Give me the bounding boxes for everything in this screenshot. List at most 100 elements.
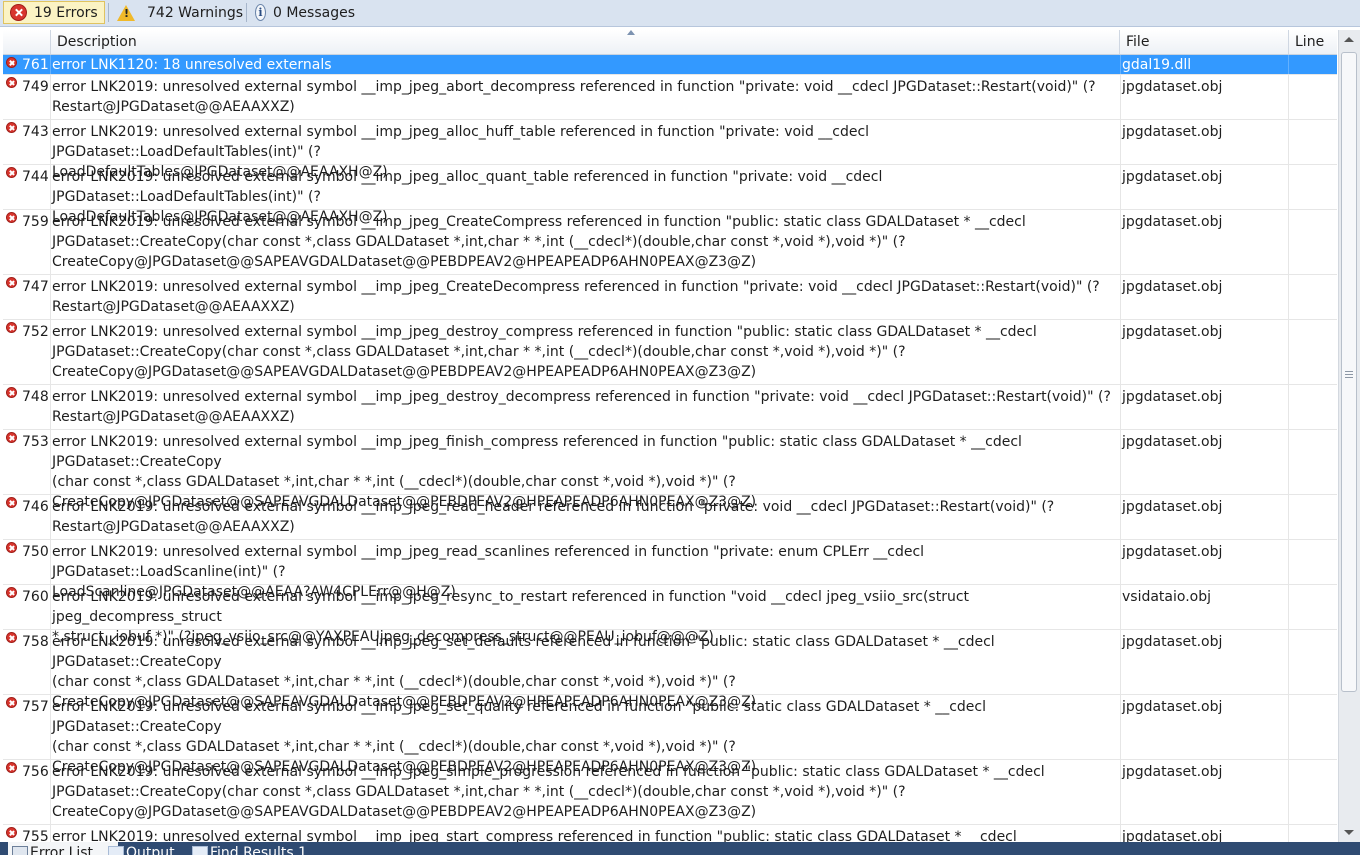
column-header-file[interactable]: File [1120,30,1289,54]
error-icon [6,697,17,708]
table-row[interactable]: 750 error LNK2019: unresolved external sy… [3,540,1337,600]
error-icon [6,122,17,133]
row-gutter: 753 [3,430,51,494]
error-number: 755 [22,829,49,842]
error-file-cell: jpgdataset.obj [1120,825,1289,842]
tab-error-list[interactable]: Error List [8,842,118,855]
error-file: jpgdataset.obj [1122,124,1223,140]
column-header-line[interactable]: Line [1289,30,1337,54]
tab-find-results-1[interactable]: Find Results 1 [188,842,334,855]
table-row[interactable]: 746 error LNK2019: unresolved external sy… [3,495,1337,540]
bottom-tab-bar: Error List Output Find Results 1 [0,842,1360,855]
error-icon [6,542,17,553]
column-header-line-label: Line [1295,34,1325,50]
row-gutter: 756 [3,760,51,824]
scrollbar-thumb[interactable] [1341,52,1357,692]
error-number: 758 [22,634,49,650]
toolbar-separator [108,3,109,22]
error-file-cell: jpgdataset.obj [1120,165,1289,209]
error-file-cell: vsidataio.obj [1120,585,1289,629]
row-gutter: 761 [3,55,51,74]
error-file: jpgdataset.obj [1122,434,1223,450]
error-description: error LNK2019: unresolved external symbo… [52,829,1017,842]
table-row[interactable]: 743 error LNK2019: unresolved external sy… [3,120,1337,180]
table-row[interactable]: 752 error LNK2019: unresolved external sy… [3,320,1337,385]
error-number: 756 [22,764,49,780]
error-icon [6,57,17,68]
column-header-icon[interactable] [3,30,51,54]
table-row[interactable]: 748 error LNK2019: unresolved external sy… [3,385,1337,430]
row-gutter: 760 [3,585,51,629]
error-file-cell: jpgdataset.obj [1120,75,1289,119]
errors-filter-label: 19 Errors [34,4,98,21]
row-gutter: 748 [3,385,51,429]
error-number: 744 [22,169,49,185]
row-gutter: 757 [3,695,51,759]
grip-line [1345,377,1353,378]
table-row[interactable]: 757 error LNK2019: unresolved external sy… [3,695,1337,775]
error-icon [6,432,17,443]
error-number: 746 [22,499,49,515]
row-gutter: 747 [3,275,51,319]
tab-output-label: Output [126,845,175,855]
error-file: jpgdataset.obj [1122,324,1223,340]
error-file: jpgdataset.obj [1122,764,1223,780]
table-row[interactable]: 755 error LNK2019: unresolved external sy… [3,825,1337,842]
error-icon [6,387,17,398]
tab-find-results-label: Find Results 1 [210,845,308,855]
errors-filter-button[interactable]: 19 Errors [3,1,105,24]
table-row[interactable]: 753 error LNK2019: unresolved external sy… [3,430,1337,510]
scroll-up-arrow-icon[interactable] [1344,37,1354,42]
find-results-icon [192,846,208,855]
table-row[interactable]: 760 error LNK2019: unresolved external sy… [3,585,1337,645]
row-gutter: 743 [3,120,51,164]
error-file-cell: jpgdataset.obj [1120,495,1289,539]
scroll-down-arrow-icon[interactable] [1344,830,1354,835]
error-file-cell: jpgdataset.obj [1120,385,1289,429]
grid-header: Description File Line [3,30,1337,55]
error-description: error LNK2019: unresolved external symbo… [52,324,1037,380]
error-number: 750 [22,544,49,560]
table-row[interactable]: 759 error LNK2019: unresolved external sy… [3,210,1337,275]
row-gutter: 744 [3,165,51,209]
table-row[interactable]: 758 error LNK2019: unresolved external sy… [3,630,1337,710]
table-row[interactable]: 749 error LNK2019: unresolved external sy… [3,75,1337,120]
error-file-cell: gdal19.dll [1120,55,1289,74]
sort-ascending-icon [627,30,635,35]
error-file: jpgdataset.obj [1122,699,1223,715]
error-number: 761 [22,57,49,73]
error-file: jpgdataset.obj [1122,389,1223,405]
warnings-filter-button[interactable]: ! 742 Warnings [111,1,243,24]
table-row[interactable]: 756 error LNK2019: unresolved external sy… [3,760,1337,825]
error-icon [6,497,17,508]
column-header-file-label: File [1126,34,1150,50]
error-number: 760 [22,589,49,605]
error-number: 759 [22,214,49,230]
error-file: vsidataio.obj [1122,589,1212,605]
error-file-cell: jpgdataset.obj [1120,120,1289,164]
error-list-grid: Description File Line 761 error LNK1120: … [3,30,1337,842]
error-file: jpgdataset.obj [1122,829,1223,842]
row-gutter: 755 [3,825,51,842]
grip-line [1345,371,1353,372]
output-icon [108,846,124,855]
row-gutter: 758 [3,630,51,694]
error-file: jpgdataset.obj [1122,169,1223,185]
column-header-description[interactable]: Description [51,30,1120,54]
row-gutter: 746 [3,495,51,539]
warning-triangle-icon: ! [117,4,135,21]
table-row[interactable]: 761 error LNK1120: 18 unresolved external… [3,55,1337,75]
error-list-icon [12,846,28,855]
messages-filter-button[interactable]: i 0 Messages [249,1,361,24]
table-row[interactable]: 744 error LNK2019: unresolved external sy… [3,165,1337,225]
error-description: error LNK2019: unresolved external symbo… [52,79,1096,115]
error-description: error LNK2019: unresolved external symbo… [52,214,1026,270]
error-rows: 761 error LNK1120: 18 unresolved external… [3,55,1337,842]
error-description: error LNK2019: unresolved external symbo… [52,279,1100,315]
error-icon [6,77,17,88]
row-gutter: 759 [3,210,51,274]
table-row[interactable]: 747 error LNK2019: unresolved external sy… [3,275,1337,320]
messages-filter-label: 0 Messages [272,4,355,21]
error-file-cell: jpgdataset.obj [1120,540,1289,584]
vertical-scrollbar[interactable] [1338,30,1360,842]
